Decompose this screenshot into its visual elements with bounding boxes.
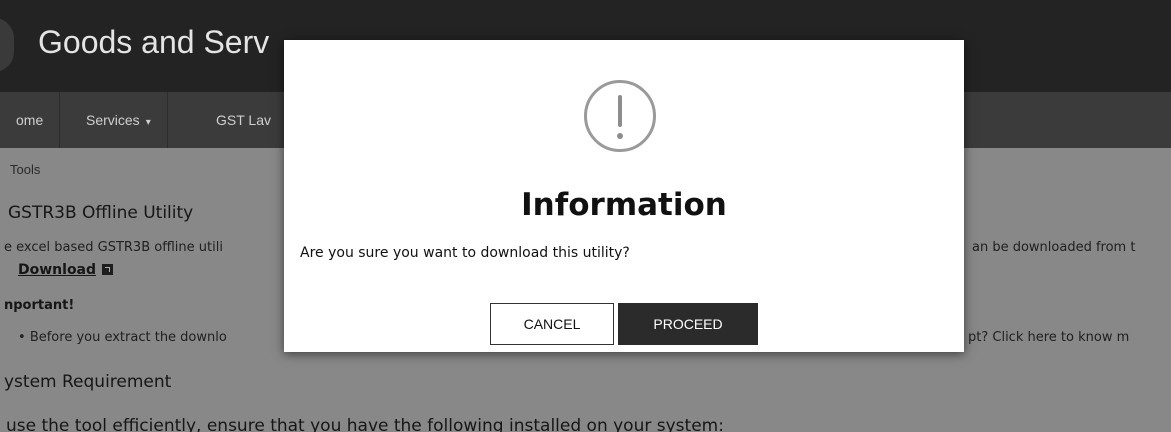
nav-item-home[interactable]: ome [0, 92, 61, 148]
bullet-text: Before you extract the downlo [29, 330, 227, 345]
cancel-button[interactable]: CANCEL [490, 303, 614, 345]
external-link-icon [102, 264, 114, 275]
exclamation-circle-icon [584, 80, 656, 152]
nav-item-label: ome [16, 112, 44, 128]
site-title: Goods and Serv [38, 24, 270, 60]
download-link-label: Download [18, 262, 97, 278]
intro-text-right: an be downloaded from t [972, 240, 1136, 255]
list-item: • Before you extract the downlo [18, 330, 227, 345]
page-title: GSTR3B Offline Utility [8, 203, 194, 223]
bullet-text-right: pt? Click here to know m [968, 330, 1130, 345]
information-dialog: Information Are you sure you want to dow… [284, 40, 964, 352]
breadcrumb[interactable]: Tools [10, 162, 40, 177]
nav-item-label: Services [86, 112, 140, 128]
nav-item-label: GST Lav [216, 112, 271, 128]
requirement-intro-text: use the tool efficiently, ensure that yo… [6, 416, 724, 432]
intro-text: e excel based GSTR3B offline utili [4, 240, 223, 255]
proceed-button[interactable]: PROCEED [618, 303, 758, 345]
caret-down-icon: ▾ [145, 117, 151, 128]
nav-item-gst-law[interactable]: GST Lav [200, 92, 287, 148]
nav-item-services[interactable]: Services ▾ [70, 92, 168, 148]
dialog-title: Information [521, 187, 727, 223]
system-requirement-heading: ystem Requirement [4, 372, 172, 392]
logo-icon [0, 18, 14, 72]
important-heading: nportant! [4, 298, 75, 313]
dialog-message: Are you sure you want to download this u… [300, 245, 630, 261]
download-link[interactable]: Download [18, 262, 114, 278]
